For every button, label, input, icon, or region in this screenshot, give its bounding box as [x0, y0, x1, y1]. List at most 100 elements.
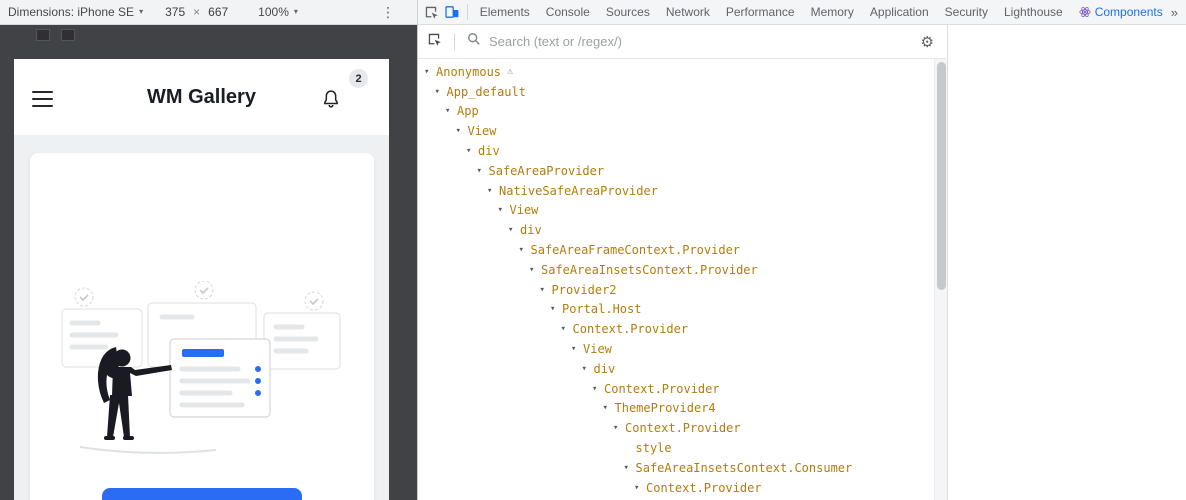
component-name: View [468, 124, 497, 138]
expander-icon[interactable]: ▾ [456, 126, 468, 136]
tree-node[interactable]: ▾Context.Provider [418, 319, 934, 339]
expander-icon[interactable]: ▾ [592, 384, 604, 394]
tab-application[interactable]: Application [862, 0, 937, 24]
device-width-input[interactable]: 375 [165, 5, 185, 19]
expander-icon[interactable]: ▾ [424, 67, 436, 77]
component-name: SafeAreaInsetsContext.Provider [541, 263, 758, 277]
tree-node[interactable]: ▾View [418, 121, 934, 141]
expander-icon[interactable]: ▾ [603, 403, 615, 413]
devtools-tab-strip: Elements Console Sources Network Performance… [472, 0, 1171, 24]
tab-sources[interactable]: Sources [598, 0, 658, 24]
tree-node[interactable]: ▾div [418, 359, 934, 379]
tree-node[interactable]: ▾Context.Provider [418, 418, 934, 438]
component-tree: ▾Anonymous⚠▾App_default▾App▾View▾div▾Saf… [418, 59, 934, 500]
component-name: ThemeProvider4 [615, 401, 716, 415]
expander-icon[interactable]: ▾ [487, 186, 499, 196]
zoom-select[interactable]: 100% ▾ [258, 5, 298, 19]
component-name: View [510, 203, 539, 217]
tab-label: Console [546, 5, 590, 19]
inspect-element-icon[interactable] [420, 0, 441, 24]
search-input[interactable]: Search (text or /regex/) [489, 34, 913, 49]
tree-node[interactable]: ▾View [418, 339, 934, 359]
tree-node[interactable]: ▾SafeAreaInsetsContext.Consumer [418, 458, 934, 478]
tree-node[interactable]: ▾Portal.Host [418, 300, 934, 320]
tree-node[interactable]: ▾App [418, 102, 934, 122]
expander-icon[interactable]: ▾ [540, 285, 552, 295]
tab-components[interactable]: Components [1071, 0, 1171, 24]
tree-node[interactable]: ▾style [418, 438, 934, 458]
tab-memory[interactable]: Memory [803, 0, 862, 24]
device-emulation-area: WM Gallery 2 [0, 25, 417, 500]
dimension-separator: × [193, 5, 200, 19]
tree-node[interactable]: ▾SafeAreaInsetsContext.Provider [418, 260, 934, 280]
expander-icon[interactable]: ▾ [550, 304, 562, 314]
expander-icon[interactable]: ▾ [435, 87, 447, 97]
tree-node[interactable]: ▾div [418, 141, 934, 161]
settings-gear-icon[interactable]: ⚙ [921, 33, 934, 51]
component-name: SafeAreaProvider [489, 164, 605, 178]
scrollbar-thumb[interactable] [937, 62, 946, 290]
expander-icon[interactable]: ▾ [561, 324, 573, 334]
tree-node[interactable]: ▾SafeAreaFrameContext.Provider [418, 240, 934, 260]
tab-network[interactable]: Network [658, 0, 718, 24]
component-name: Portal.Host [562, 302, 641, 316]
expander-icon[interactable]: ▾ [613, 423, 625, 433]
device-height-input[interactable]: 667 [208, 5, 228, 19]
device-toolbar-menu-icon[interactable]: ⋮ [381, 4, 395, 21]
notifications-bell-icon[interactable] [321, 88, 341, 116]
components-search-bar: Search (text or /regex/) ⚙ [418, 25, 946, 59]
tab-console[interactable]: Console [538, 0, 598, 24]
tree-node[interactable]: ▾NativeSafeAreaProvider [418, 181, 934, 201]
tab-label: Sources [606, 5, 650, 19]
tree-node[interactable]: ▾Context.Provider [418, 379, 934, 399]
toolbar-divider [467, 4, 468, 20]
component-name: style [636, 441, 672, 455]
expander-icon[interactable]: ▾ [624, 463, 636, 473]
search-icon [467, 32, 481, 51]
tree-node[interactable]: ▾Provider2 [418, 280, 934, 300]
tab-label: Components [1095, 5, 1163, 19]
select-element-icon[interactable] [426, 31, 442, 52]
expander-icon[interactable]: ▾ [519, 245, 531, 255]
tab-label: Application [870, 5, 929, 19]
tab-elements[interactable]: Elements [472, 0, 538, 24]
component-name: Context.Provider [625, 421, 741, 435]
expander-icon[interactable]: ▾ [571, 344, 583, 354]
tab-performance[interactable]: Performance [718, 0, 803, 24]
tab-lighthouse[interactable]: Lighthouse [996, 0, 1071, 24]
component-name: div [594, 362, 616, 376]
expander-icon[interactable]: ▾ [445, 106, 457, 116]
tree-node[interactable]: ▾ThemeProvider4 [418, 399, 934, 419]
expander-icon[interactable]: ▾ [498, 205, 510, 215]
tab-label: Elements [480, 5, 530, 19]
expander-icon[interactable]: ▾ [529, 265, 541, 275]
tab-label: Performance [726, 5, 795, 19]
search-divider [454, 34, 455, 50]
tree-node[interactable]: ▾Context.Provider [418, 478, 934, 498]
component-name: Context.Provider [573, 322, 689, 336]
primary-action-button[interactable] [102, 488, 302, 500]
tree-node[interactable]: ▾div [418, 220, 934, 240]
tab-label: Network [666, 5, 710, 19]
tab-label: Security [945, 5, 988, 19]
expander-icon[interactable]: ▾ [466, 146, 478, 156]
expander-icon[interactable]: ▾ [634, 483, 646, 493]
scrollbar[interactable] [934, 59, 947, 500]
tab-security[interactable]: Security [937, 0, 996, 24]
tree-node[interactable]: ▾Anonymous⚠ [418, 62, 934, 82]
app-header: WM Gallery 2 [14, 59, 389, 135]
expander-icon[interactable]: ▾ [508, 225, 520, 235]
tree-node[interactable]: ▾SafeAreaProvider [418, 161, 934, 181]
more-tabs-icon[interactable]: » [1171, 5, 1178, 20]
devtools-tabbar: Elements Console Sources Network Performance… [418, 0, 1186, 25]
expander-icon[interactable]: ▾ [582, 364, 594, 374]
device-toolbar-toggle-icon[interactable] [441, 0, 462, 24]
expander-icon[interactable]: ▾ [477, 166, 489, 176]
tab-label: Lighthouse [1004, 5, 1063, 19]
tree-node[interactable]: ▾App_default [418, 82, 934, 102]
notification-badge: 2 [349, 69, 368, 88]
device-type-select[interactable]: Dimensions: iPhone SE ▾ [8, 5, 143, 19]
zoom-value: 100% [258, 5, 289, 19]
tree-node[interactable]: ▾View [418, 201, 934, 221]
chevron-down-icon: ▾ [294, 8, 298, 16]
